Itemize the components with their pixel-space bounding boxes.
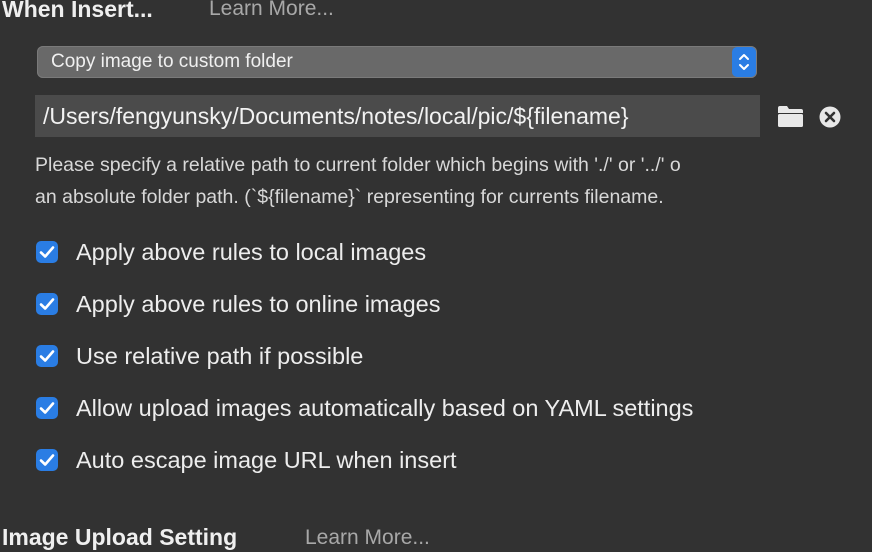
insert-action-select[interactable]: Copy image to custom folder	[37, 46, 757, 78]
option-label: Apply above rules to online images	[76, 291, 441, 317]
image-preferences-panel: When Insert... Learn More... Copy image …	[0, 0, 872, 552]
path-help-text-line-1: Please specify a relative path to curren…	[35, 154, 681, 176]
checkbox-checked[interactable]	[36, 241, 58, 263]
image-upload-learn-more-link[interactable]: Learn More...	[305, 526, 430, 550]
when-insert-heading: When Insert...	[2, 0, 153, 22]
path-help-text-line-2: an absolute folder path. (`${filename}` …	[35, 186, 664, 208]
option-apply-local-images[interactable]: Apply above rules to local images	[36, 239, 836, 267]
option-apply-online-images[interactable]: Apply above rules to online images	[36, 291, 836, 319]
option-auto-escape-url[interactable]: Auto escape image URL when insert	[36, 447, 836, 475]
custom-folder-path-input[interactable]: /Users/fengyunsky/Documents/notes/local/…	[35, 95, 760, 137]
option-use-relative-path[interactable]: Use relative path if possible	[36, 343, 836, 371]
custom-folder-path-value: /Users/fengyunsky/Documents/notes/local/…	[43, 103, 629, 129]
checkbox-checked[interactable]	[36, 293, 58, 315]
when-insert-learn-more-link[interactable]: Learn More...	[209, 0, 334, 21]
option-label: Apply above rules to local images	[76, 239, 427, 265]
chevron-up-down-icon[interactable]	[732, 47, 756, 77]
clear-icon[interactable]	[819, 106, 841, 133]
option-label: Allow upload images automatically based …	[76, 395, 694, 421]
checkbox-checked[interactable]	[36, 449, 58, 471]
insert-action-selected-value: Copy image to custom folder	[51, 51, 293, 72]
checkbox-checked[interactable]	[36, 397, 58, 419]
option-label: Auto escape image URL when insert	[76, 447, 457, 473]
image-upload-setting-heading: Image Upload Setting	[2, 524, 238, 550]
checkbox-checked[interactable]	[36, 345, 58, 367]
folder-icon[interactable]	[777, 105, 805, 134]
option-allow-auto-upload-yaml[interactable]: Allow upload images automatically based …	[36, 395, 836, 423]
option-label: Use relative path if possible	[76, 343, 364, 369]
